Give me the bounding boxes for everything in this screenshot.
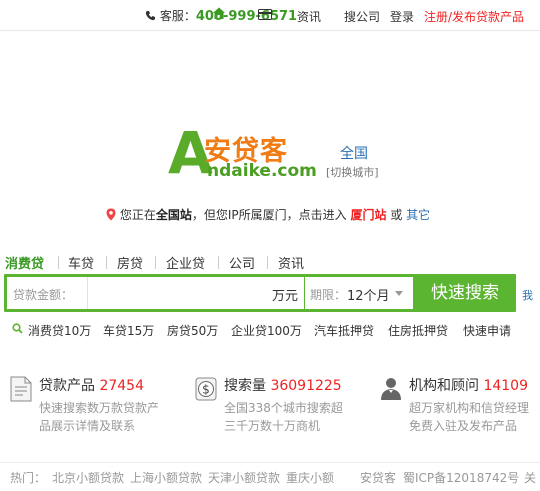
tab-divider xyxy=(58,256,59,269)
current-site: 全国站 xyxy=(155,208,192,222)
tab-divider xyxy=(267,256,268,269)
feature-count: 14109 xyxy=(483,378,528,394)
tab-divider xyxy=(106,256,107,269)
hot-link[interactable]: 重庆小额 xyxy=(286,469,334,486)
tab-divider xyxy=(155,256,156,269)
hot-link[interactable]: 上海小额贷款 xyxy=(130,469,202,486)
current-city: 全国 xyxy=(340,146,368,162)
dollar-coin-icon: $ xyxy=(195,377,217,401)
quick-link[interactable]: 汽车抵押贷 xyxy=(314,322,374,339)
quick-link[interactable]: 快速申请 xyxy=(463,322,511,339)
quick-link[interactable]: 车贷15万 xyxy=(103,322,154,339)
hot-link[interactable]: 天津小额贷款 xyxy=(208,469,280,486)
loan-period-value: 12个月 xyxy=(347,289,390,304)
tab-news[interactable]: 资讯 xyxy=(278,253,304,272)
loan-amount-field[interactable]: 贷款金额： 万元 xyxy=(7,277,304,309)
feature-title: 搜索量 36091225 xyxy=(224,378,342,394)
field-divider xyxy=(87,277,88,309)
tab-divider xyxy=(218,256,219,269)
hot-link[interactable]: 北京小额贷款 xyxy=(52,469,124,486)
quick-link[interactable]: 企业贷100万 xyxy=(231,322,302,339)
phone-icon xyxy=(145,11,155,21)
category-tabs: 消费贷 车贷 房贷 企业贷 公司 资讯 xyxy=(0,253,540,275)
feature-title: 机构和顾问 14109 xyxy=(409,378,528,394)
location-middle: ，但您IP所属厦门，点击进入 xyxy=(191,208,347,222)
logo-brand-en: ndaike.com xyxy=(207,161,317,181)
switch-city-link[interactable]: [切换城市] xyxy=(326,164,379,180)
feature-title: 贷款产品 27454 xyxy=(39,378,144,394)
tab-consumer-loan[interactable]: 消费贷 xyxy=(5,253,44,272)
tab-company[interactable]: 公司 xyxy=(229,253,255,272)
quick-link[interactable]: 消费贷10万 xyxy=(28,322,91,339)
loan-amount-unit: 万元 xyxy=(271,289,298,304)
feature-description: 超万家机构和信贷经理免费入驻及发布产品 xyxy=(409,401,530,433)
nav-login[interactable]: 登录 xyxy=(390,8,414,25)
top-bar: 客服：400-999-6571 资讯 搜公司 登录 注册/发布贷款产品 xyxy=(0,0,540,31)
location-prefix: 您正在 xyxy=(119,208,156,222)
search-bar: 贷款金额： 万元 期限： 12个月 快速搜索 xyxy=(4,274,516,312)
quick-link[interactable]: 住房抵押贷 xyxy=(388,322,448,339)
tab-car-loan[interactable]: 车贷 xyxy=(68,253,94,272)
footer-brand: 安贷客 xyxy=(360,471,397,485)
footer-edge[interactable]: 关 xyxy=(524,469,536,486)
quick-search-button[interactable]: 快速搜索 xyxy=(416,276,514,310)
feature-description: 快速搜索数万款贷款产品展示详情及联系 xyxy=(39,401,160,433)
nav-search-company[interactable]: 搜公司 xyxy=(344,8,380,25)
feature-description: 全国338个城市搜索超三千万数十万商机 xyxy=(224,401,343,433)
location-pin-icon xyxy=(106,208,116,221)
feature-count: 27454 xyxy=(99,378,144,394)
svg-text:$: $ xyxy=(202,383,210,397)
nav-news[interactable]: 资讯 xyxy=(297,8,321,25)
home-icon[interactable] xyxy=(212,6,226,20)
quick-link[interactable]: 房贷50万 xyxy=(167,322,218,339)
chevron-down-icon xyxy=(395,291,403,296)
tab-business-loan[interactable]: 企业贷 xyxy=(166,253,205,272)
city-site-link[interactable]: 厦门站 xyxy=(350,208,386,222)
footer: 热门： 北京小额贷款 上海小额贷款 天津小额贷款 重庆小额 安贷客 蜀ICP备1… xyxy=(0,462,540,491)
location-or: 或 xyxy=(390,208,403,222)
loan-period-select[interactable]: 期限： 12个月 xyxy=(305,277,413,309)
document-icon xyxy=(10,376,32,402)
icp-number[interactable]: 蜀ICP备12018742号 xyxy=(403,469,519,486)
feature-count: 36091225 xyxy=(270,378,342,394)
loan-period-label: 期限： xyxy=(310,288,347,302)
quick-links: 消费贷10万 车贷15万 房贷50万 企业贷100万 汽车抵押贷 住房抵押贷 快… xyxy=(12,322,540,338)
other-city-link[interactable]: 其它 xyxy=(406,208,430,222)
search-icon xyxy=(12,323,23,334)
edge-text[interactable]: 我 xyxy=(522,287,533,303)
nav-register[interactable]: 注册/发布贷款产品 xyxy=(424,8,524,25)
hot-label: 热门： xyxy=(10,471,47,485)
user-icon xyxy=(381,378,401,400)
loan-amount-label: 贷款金额： xyxy=(13,288,74,302)
location-notice: 您正在全国站，但您IP所属厦门，点击进入 厦门站 或 其它 xyxy=(106,206,430,223)
service-label: 客服： xyxy=(159,9,196,23)
card-icon[interactable] xyxy=(258,9,272,20)
tab-house-loan[interactable]: 房贷 xyxy=(117,253,143,272)
